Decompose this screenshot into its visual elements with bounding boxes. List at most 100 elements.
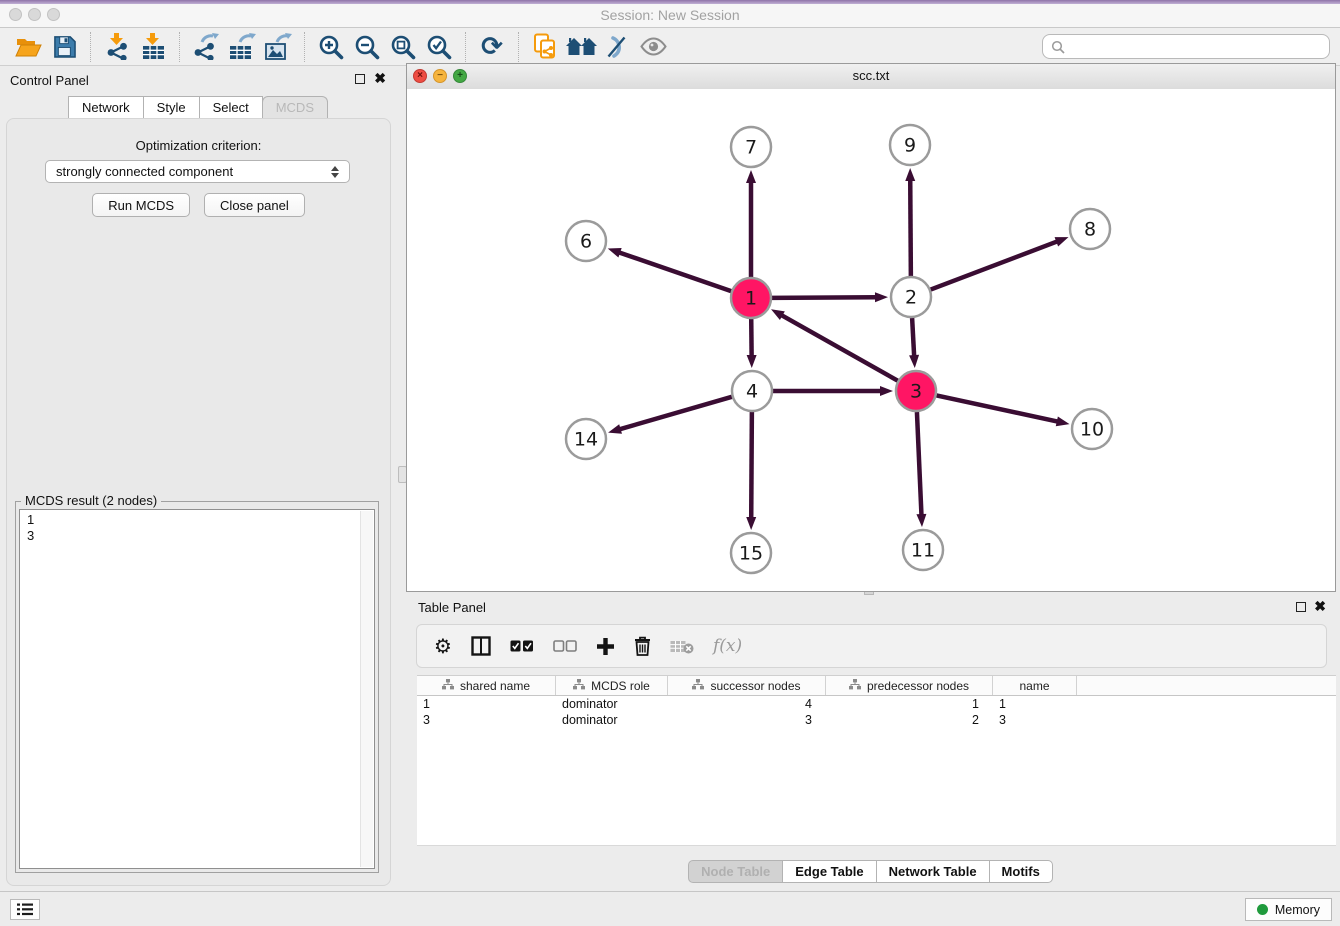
refresh-button[interactable]: ⟳ bbox=[474, 31, 510, 63]
table-panel-float-button[interactable] bbox=[1296, 602, 1306, 612]
export-image-button[interactable] bbox=[260, 31, 296, 63]
tab-edge-table[interactable]: Edge Table bbox=[782, 860, 876, 883]
graph-node-label: 15 bbox=[739, 543, 763, 565]
zoom-in-button[interactable] bbox=[313, 31, 349, 63]
table-cell[interactable]: 1 bbox=[826, 697, 993, 711]
table-cell[interactable]: dominator bbox=[556, 713, 668, 727]
graph-edge-3-11[interactable] bbox=[917, 412, 922, 516]
tab-motifs[interactable]: Motifs bbox=[989, 860, 1053, 883]
list-icon bbox=[17, 903, 33, 916]
tab-network-table[interactable]: Network Table bbox=[876, 860, 990, 883]
column-header-label: name bbox=[1019, 679, 1049, 693]
task-history-button[interactable] bbox=[10, 899, 40, 920]
graph-edge-4-14[interactable] bbox=[619, 397, 732, 430]
graph-edge-4-15[interactable] bbox=[751, 412, 752, 519]
column-header-label: shared name bbox=[460, 679, 530, 693]
graph-edge-arrowhead bbox=[747, 355, 757, 368]
graph-edge-arrowhead bbox=[1055, 237, 1069, 246]
application-window: Session: New Session bbox=[0, 0, 1340, 926]
graph-edge-2-3[interactable] bbox=[912, 318, 914, 357]
graph-edge-3-1[interactable] bbox=[781, 315, 898, 381]
save-session-button[interactable] bbox=[46, 31, 82, 63]
graph-edge-2-9[interactable] bbox=[910, 179, 911, 276]
column-header-successor-nodes[interactable]: successor nodes bbox=[668, 676, 826, 695]
table-panel-close-button[interactable]: ✖ bbox=[1314, 598, 1326, 614]
graph-edge-1-6[interactable] bbox=[618, 252, 731, 291]
column-header-mcds-role[interactable]: MCDS role bbox=[556, 676, 668, 695]
criterion-select[interactable]: strongly connected component bbox=[45, 160, 350, 183]
function-builder-button[interactable]: f(x) bbox=[713, 636, 742, 656]
unselect-all-columns-button[interactable] bbox=[553, 640, 577, 652]
show-columns-button[interactable] bbox=[471, 636, 491, 656]
export-network-button[interactable] bbox=[188, 31, 224, 63]
network-canvas[interactable]: 7968124314101511 bbox=[407, 89, 1335, 591]
table-cell[interactable]: 3 bbox=[417, 713, 556, 727]
table-cell[interactable]: 3 bbox=[668, 713, 826, 727]
table-row[interactable]: 3dominator323 bbox=[417, 712, 1336, 728]
tab-select[interactable]: Select bbox=[199, 96, 263, 119]
graph-node-label: 14 bbox=[574, 429, 598, 451]
tab-style[interactable]: Style bbox=[143, 96, 200, 119]
eye-icon bbox=[640, 37, 667, 56]
memory-label: Memory bbox=[1275, 903, 1320, 917]
tab-mcds[interactable]: MCDS bbox=[262, 96, 328, 119]
import-network-button[interactable] bbox=[99, 31, 135, 63]
select-arrows-icon bbox=[331, 166, 339, 178]
delete-columns-button[interactable] bbox=[634, 636, 651, 656]
delete-table-button[interactable] bbox=[670, 639, 694, 654]
preview-eye-button[interactable] bbox=[635, 31, 671, 63]
column-header-shared-name[interactable]: shared name bbox=[417, 676, 556, 695]
zoom-selected-button[interactable] bbox=[421, 31, 457, 63]
add-column-button[interactable] bbox=[596, 637, 615, 656]
select-all-columns-button[interactable] bbox=[510, 640, 534, 652]
tab-network[interactable]: Network bbox=[68, 96, 144, 119]
graph-edge-arrowhead bbox=[746, 517, 756, 530]
unchecked-boxes-icon bbox=[553, 640, 577, 652]
export-table-icon bbox=[228, 33, 256, 60]
table-cell[interactable]: 1 bbox=[417, 697, 556, 711]
column-header-predecessor-nodes[interactable]: predecessor nodes bbox=[826, 676, 993, 695]
control-panel-close-button[interactable]: ✖ bbox=[374, 70, 386, 86]
graph-edge-arrowhead bbox=[905, 168, 915, 181]
table-cell[interactable]: dominator bbox=[556, 697, 668, 711]
graph-edge-1-2[interactable] bbox=[772, 297, 877, 298]
titlebar-accent bbox=[0, 0, 1340, 4]
table-options-button[interactable]: ⚙ bbox=[434, 636, 452, 656]
memory-button[interactable]: Memory bbox=[1245, 898, 1332, 921]
export-table-button[interactable] bbox=[224, 31, 260, 63]
table-row[interactable]: 1dominator411 bbox=[417, 696, 1336, 712]
graph-edge-arrowhead bbox=[608, 248, 622, 257]
network-window-titlebar[interactable]: × − + scc.txt bbox=[407, 64, 1335, 90]
show-hide-graphics-details-button[interactable] bbox=[599, 31, 635, 63]
result-scrollbar[interactable] bbox=[360, 511, 373, 867]
clone-network-button[interactable] bbox=[527, 31, 563, 63]
search-input[interactable] bbox=[1071, 38, 1321, 55]
toolbar-separator bbox=[179, 32, 180, 62]
zoom-fit-button[interactable] bbox=[385, 31, 421, 63]
mcds-result-text[interactable]: 13 bbox=[19, 509, 375, 869]
table-cell[interactable]: 3 bbox=[993, 713, 1077, 727]
import-network-icon bbox=[104, 33, 131, 60]
import-table-button[interactable] bbox=[135, 31, 171, 63]
graph-node-label: 4 bbox=[746, 381, 758, 403]
toolbar-separator bbox=[304, 32, 305, 62]
export-image-icon bbox=[264, 33, 292, 60]
criterion-select-value: strongly connected component bbox=[56, 164, 233, 179]
graph-node-label: 11 bbox=[911, 540, 935, 562]
table-cell[interactable]: 1 bbox=[993, 697, 1077, 711]
tab-node-table[interactable]: Node Table bbox=[688, 860, 783, 883]
column-header-name[interactable]: name bbox=[993, 676, 1077, 695]
run-mcds-button[interactable]: Run MCDS bbox=[92, 193, 190, 217]
open-session-button[interactable] bbox=[10, 31, 46, 63]
network-window-title: scc.txt bbox=[407, 68, 1335, 83]
zoom-out-button[interactable] bbox=[349, 31, 385, 63]
control-panel-float-button[interactable] bbox=[355, 74, 365, 84]
save-floppy-icon bbox=[53, 35, 76, 58]
home-button[interactable] bbox=[563, 31, 599, 63]
graph-edge-2-8[interactable] bbox=[931, 241, 1059, 289]
zoom-in-icon bbox=[318, 34, 344, 60]
table-cell[interactable]: 2 bbox=[826, 713, 993, 727]
table-cell[interactable]: 4 bbox=[668, 697, 826, 711]
close-panel-button[interactable]: Close panel bbox=[204, 193, 305, 217]
graph-edge-3-10[interactable] bbox=[937, 395, 1059, 421]
